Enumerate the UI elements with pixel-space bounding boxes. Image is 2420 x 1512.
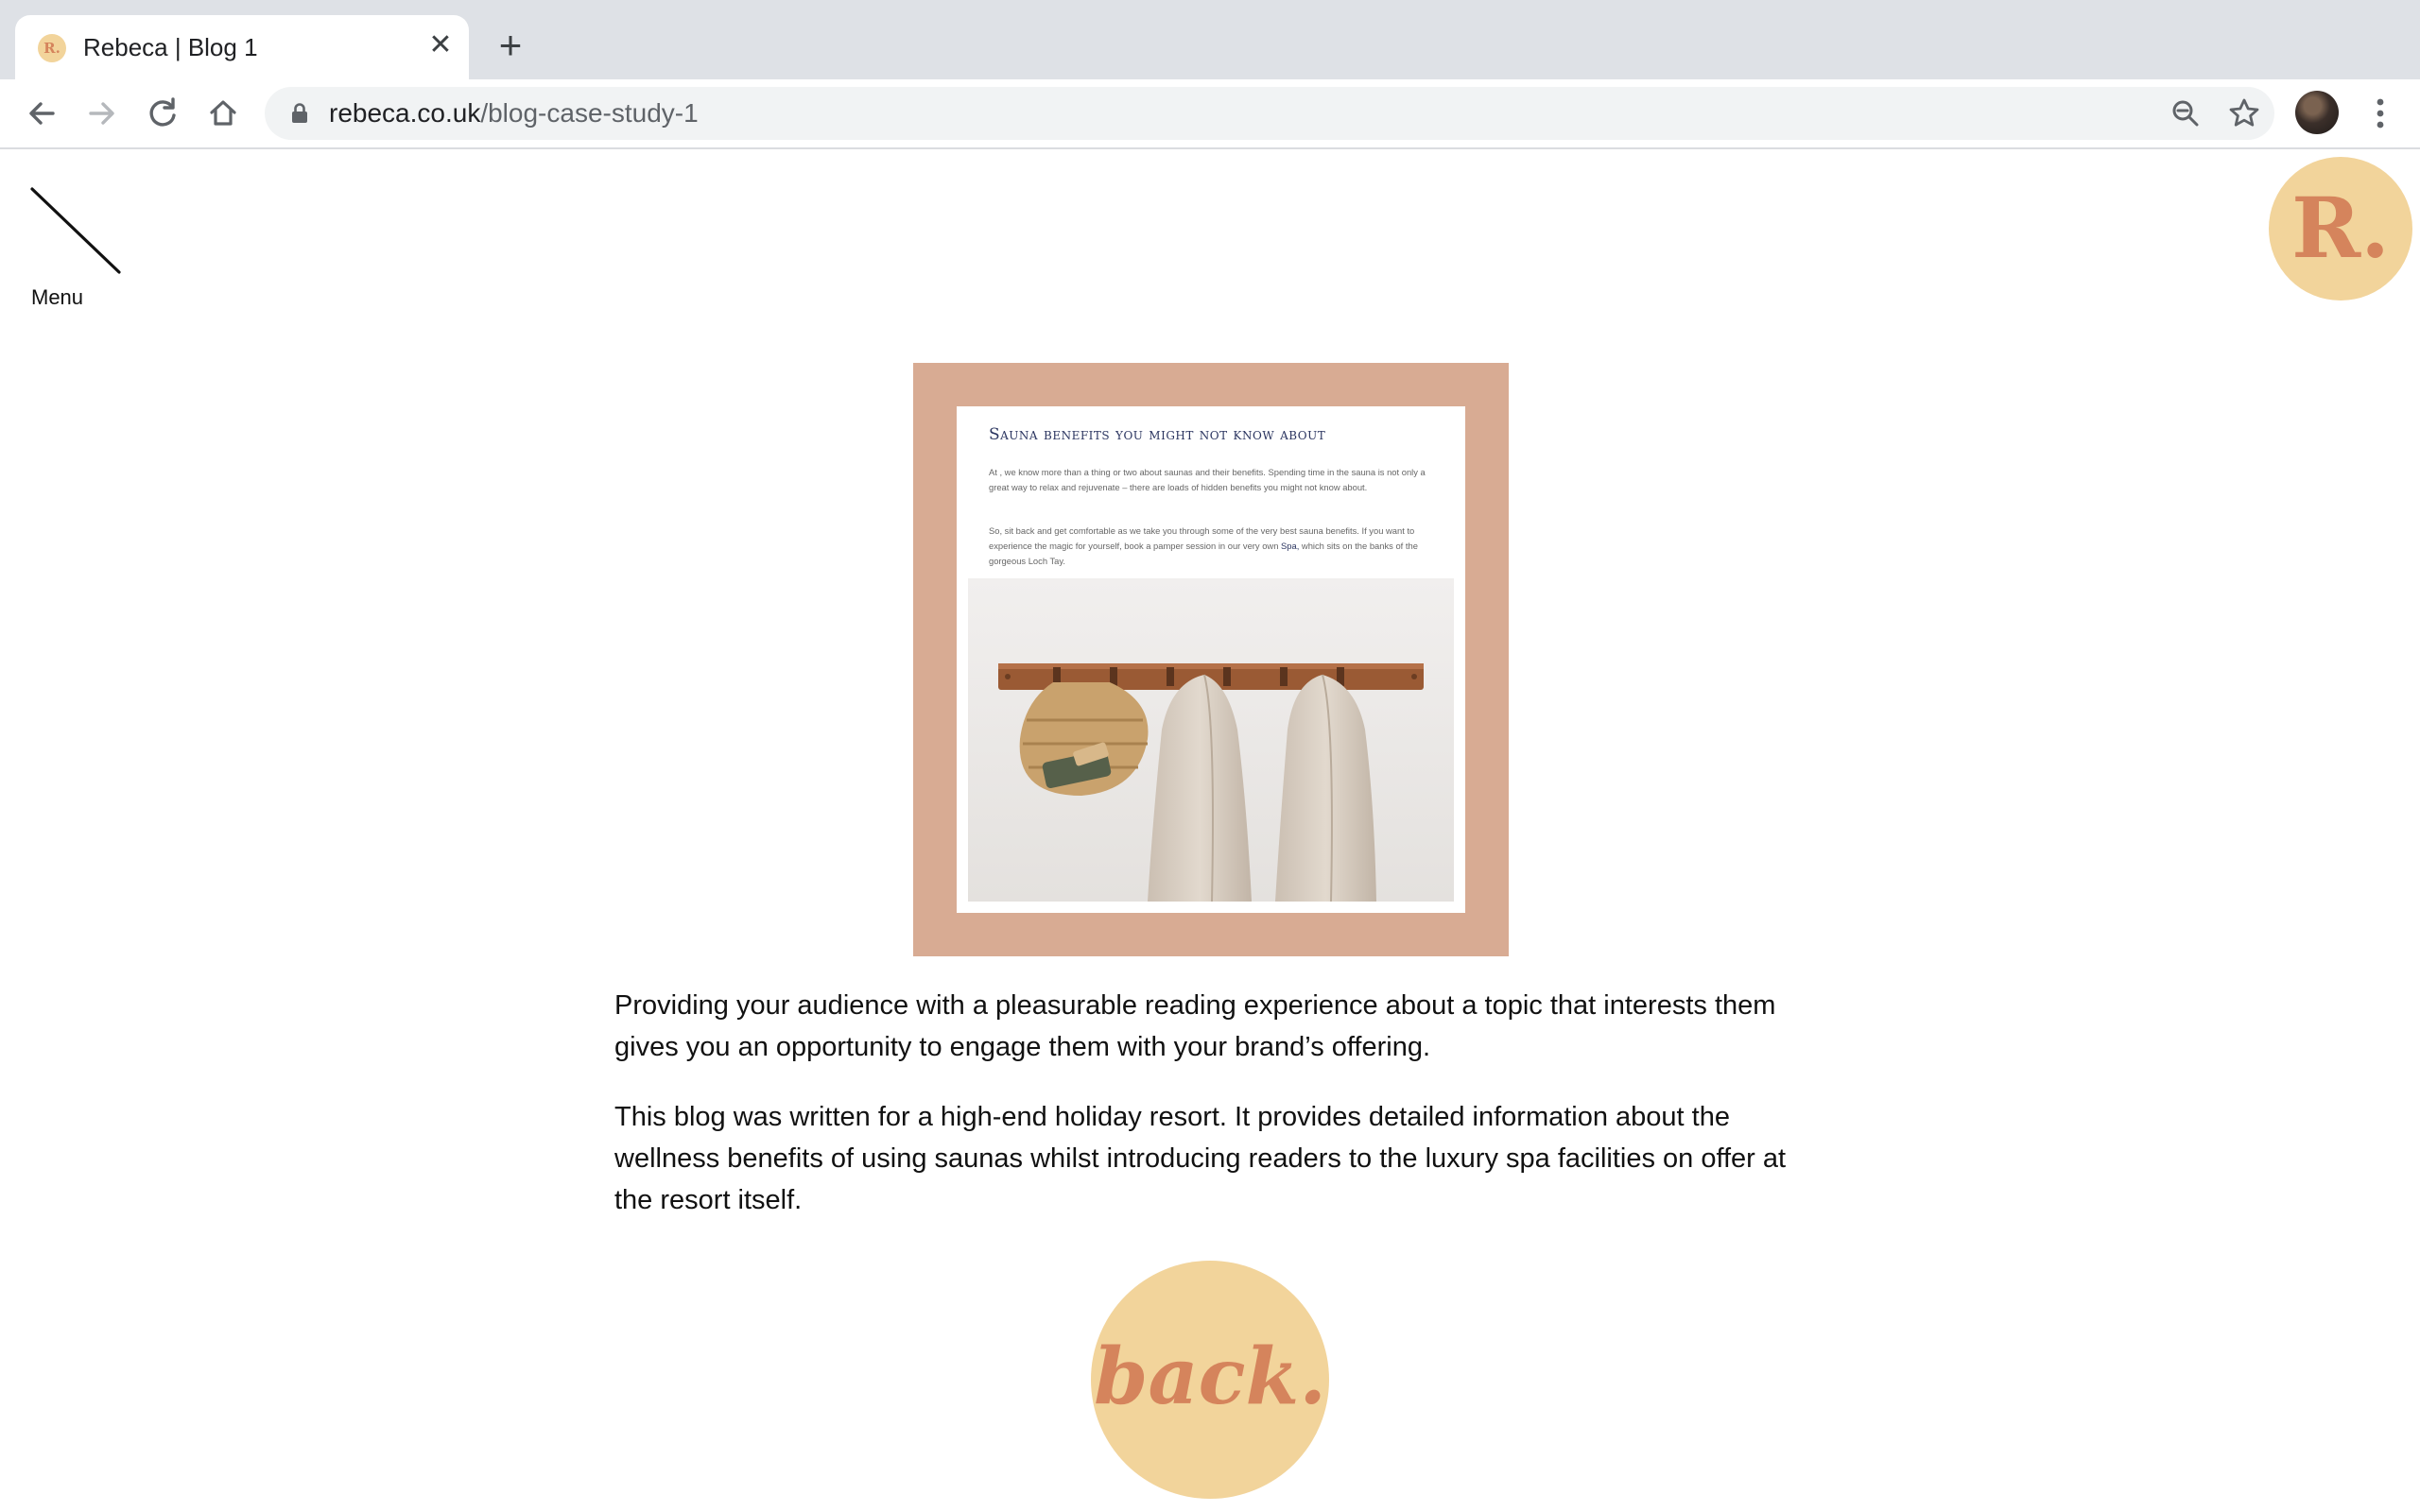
close-tab-icon[interactable]: ✕ (422, 26, 459, 64)
card-paragraph: At , we know more than a thing or two ab… (989, 467, 1426, 492)
home-icon[interactable] (200, 91, 246, 136)
back-arrow-icon[interactable] (19, 91, 64, 136)
card-title: Sauna benefits you might not know about (989, 425, 1326, 444)
card-paragraph: So, sit back and get comfortable as we t… (989, 524, 1433, 569)
page-content: Menu R. Sauna benefits you might not kno… (0, 149, 2420, 1512)
site-logo[interactable]: R. (2269, 157, 2412, 301)
address-bar[interactable]: rebeca.co.uk/blog-case-study-1 (265, 87, 2274, 140)
back-button[interactable]: back. (1091, 1261, 1329, 1499)
new-tab-button[interactable]: + (490, 25, 531, 66)
star-icon[interactable] (2225, 94, 2263, 132)
article-paragraph: This blog was written for a high-end hol… (614, 1102, 1787, 1215)
tab-strip: R. Rebeca | Blog 1 ✕ + (0, 0, 2420, 79)
url-path: /blog-case-study-1 (480, 98, 699, 128)
menu-label: Menu (31, 285, 84, 309)
blog-preview-card: Sauna benefits you might not know about … (957, 406, 1465, 913)
menu-slash-icon (30, 187, 121, 274)
profile-avatar[interactable] (2295, 91, 2339, 134)
feature-image: Sauna benefits you might not know about … (913, 363, 1509, 956)
article-paragraph: Providing your audience with a pleasurab… (614, 990, 1776, 1062)
kebab-menu-icon[interactable] (2361, 91, 2399, 136)
lock-icon[interactable] (287, 101, 312, 126)
browser-toolbar: rebeca.co.uk/blog-case-study-1 (0, 79, 2420, 149)
towel-hook-photo (968, 578, 1454, 902)
url-text[interactable]: rebeca.co.uk/blog-case-study-1 (329, 96, 699, 130)
tab-title: Rebeca | Blog 1 (83, 33, 258, 61)
zoom-icon[interactable] (2167, 94, 2204, 132)
forward-arrow-icon[interactable] (79, 91, 125, 136)
menu-button[interactable]: Menu (28, 185, 132, 309)
card-spa-link: Spa, (1281, 541, 1300, 551)
browser-tab[interactable]: R. Rebeca | Blog 1 ✕ (15, 15, 469, 79)
url-domain: rebeca.co.uk (329, 98, 481, 128)
favicon-icon: R. (38, 34, 66, 62)
reload-icon[interactable] (140, 91, 185, 136)
